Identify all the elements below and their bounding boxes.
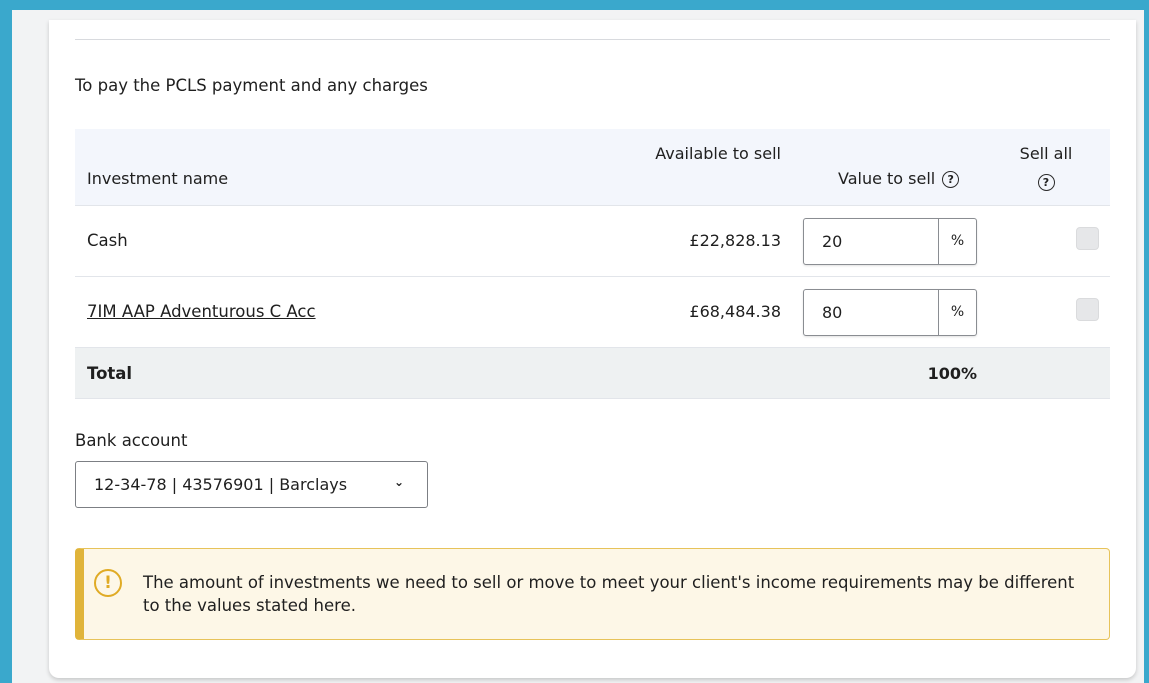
table-row: Cash £22,828.13 20 %: [75, 206, 1110, 277]
investment-name-link[interactable]: 7IM AAP Adventurous C Acc: [87, 302, 316, 321]
content-card: To pay the PCLS payment and any charges …: [49, 20, 1136, 678]
bank-account-select[interactable]: 12-34-78 | 43576901 | Barclays ⌄: [75, 461, 428, 508]
help-icon[interactable]: ?: [1037, 174, 1055, 191]
percent-unit: %: [938, 219, 976, 264]
header-investment-name: Investment name: [87, 169, 229, 188]
header-available-to-sell: Available to sell: [655, 144, 781, 163]
help-icon[interactable]: ?: [942, 170, 960, 188]
warning-icon: !: [94, 569, 122, 597]
section-divider: [75, 39, 1110, 40]
header-sell-all: Sell all ?: [1010, 142, 1082, 193]
warning-alert-text: The amount of investments we need to sel…: [143, 573, 1075, 615]
investment-name: Cash: [87, 231, 128, 250]
percent-unit: %: [938, 290, 976, 335]
table-header: Investment name Available to sell Value …: [75, 129, 1110, 206]
value-to-sell-input[interactable]: 20 %: [803, 218, 977, 265]
header-sell-all-label: Sell all: [1019, 144, 1073, 163]
investments-table: Investment name Available to sell Value …: [75, 129, 1110, 399]
total-label: Total: [87, 364, 133, 383]
total-row: Total 100%: [75, 348, 1110, 399]
warning-alert: ! The amount of investments we need to s…: [75, 548, 1110, 640]
sell-all-checkbox[interactable]: [1076, 298, 1099, 321]
available-to-sell-value: £22,828.13: [689, 231, 781, 250]
chevron-down-icon: ⌄: [394, 475, 405, 489]
section-intro-text: To pay the PCLS payment and any charges: [75, 76, 428, 95]
value-to-sell-input[interactable]: 80 %: [803, 289, 977, 336]
total-value: 100%: [927, 364, 977, 383]
value-to-sell-field[interactable]: 20: [804, 219, 938, 264]
page-frame: To pay the PCLS payment and any charges …: [12, 10, 1144, 683]
header-value-to-sell: Value to sell ?: [838, 167, 960, 191]
available-to-sell-value: £68,484.38: [689, 302, 781, 321]
bank-account-label: Bank account: [75, 431, 188, 450]
sell-all-checkbox[interactable]: [1076, 227, 1099, 250]
value-to-sell-field[interactable]: 80: [804, 290, 938, 335]
bank-account-selected-value: 12-34-78 | 43576901 | Barclays: [94, 475, 348, 494]
table-row: 7IM AAP Adventurous C Acc £68,484.38 80 …: [75, 277, 1110, 348]
header-value-to-sell-label: Value to sell: [838, 169, 936, 188]
